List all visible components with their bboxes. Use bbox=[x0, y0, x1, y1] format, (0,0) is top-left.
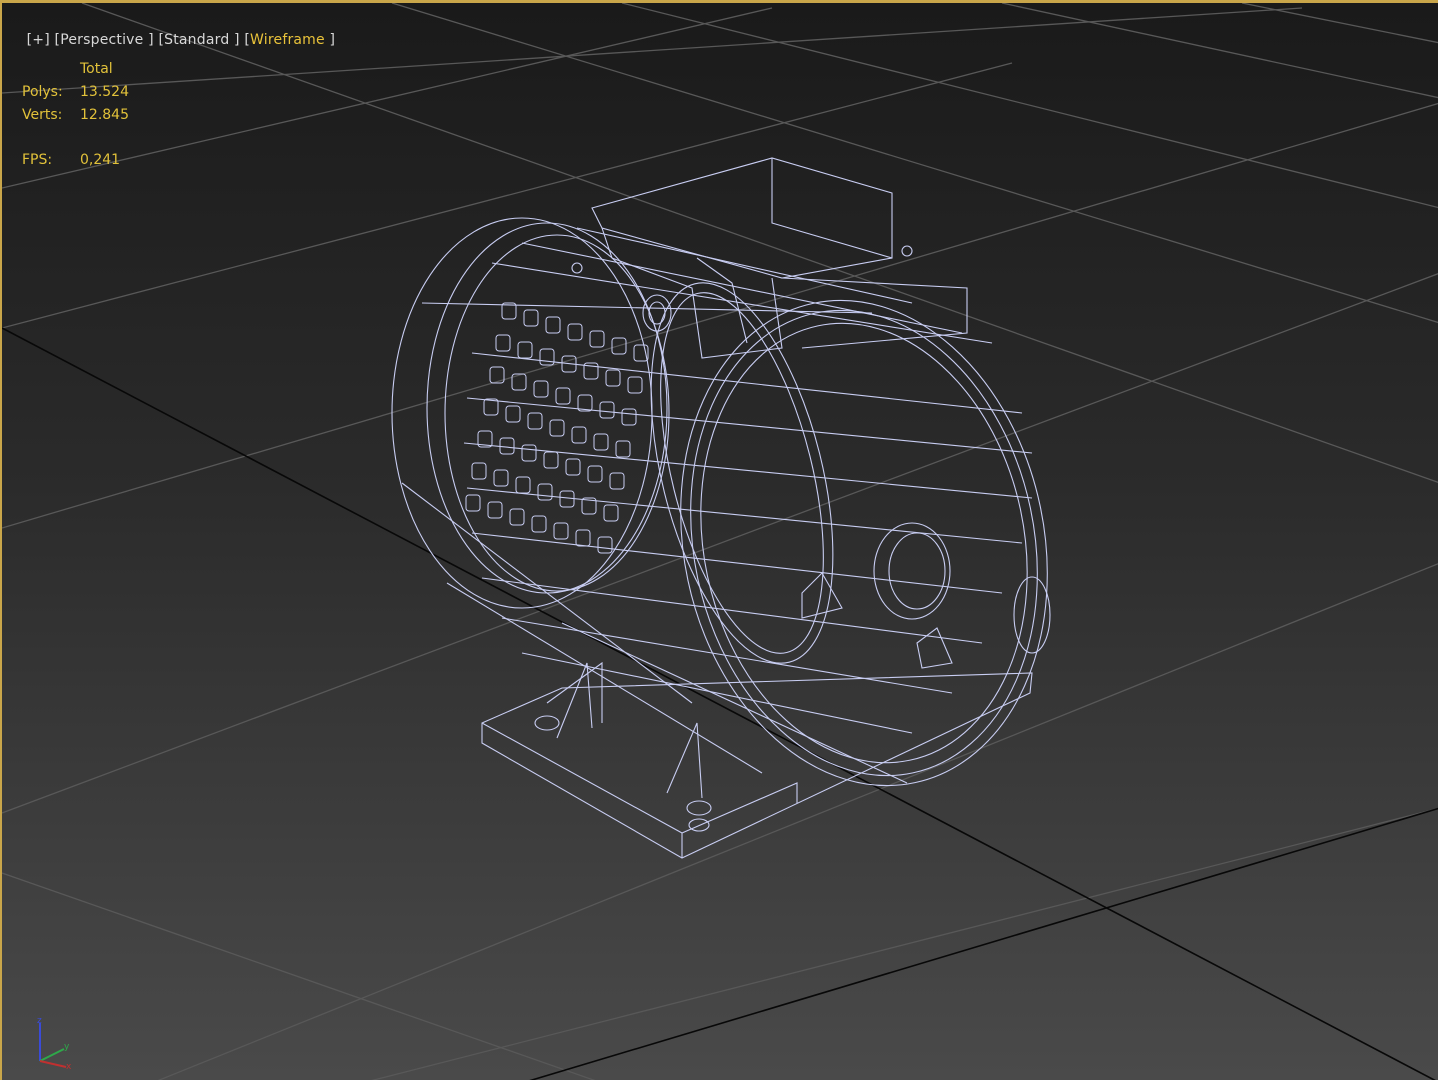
cooling-slot bbox=[537, 483, 553, 501]
cooling-slot bbox=[493, 469, 509, 487]
cooling-slot bbox=[495, 334, 511, 352]
stats-verts-label: Verts: bbox=[22, 107, 63, 123]
viewport-shading-standard[interactable]: Standard bbox=[164, 32, 229, 48]
viewport-scene[interactable] bbox=[2, 3, 1438, 1080]
stats-polys-value: 13.524 bbox=[80, 84, 129, 100]
cooling-slot bbox=[593, 433, 609, 451]
viewport-point-of-view[interactable]: Perspective bbox=[60, 32, 143, 48]
cooling-slot bbox=[505, 405, 521, 423]
axis-z-label: z bbox=[37, 1016, 42, 1026]
cooling-slot bbox=[589, 330, 605, 348]
cooling-slots bbox=[465, 302, 649, 554]
cooling-slot bbox=[527, 412, 543, 430]
cooling-slot bbox=[465, 494, 481, 512]
cooling-slot bbox=[471, 462, 487, 480]
cooling-slot bbox=[545, 316, 561, 334]
cooling-slot bbox=[521, 444, 537, 462]
grid-world-axes bbox=[2, 327, 1438, 1080]
cooling-slot bbox=[515, 476, 531, 494]
cooling-slot bbox=[575, 529, 591, 547]
cooling-slot bbox=[571, 426, 587, 444]
cooling-slot bbox=[615, 440, 631, 458]
cooling-slot bbox=[499, 437, 515, 455]
cooling-slot bbox=[605, 369, 621, 387]
home-grid bbox=[2, 3, 1438, 1080]
cooling-slot bbox=[597, 536, 613, 554]
cooling-slot bbox=[587, 465, 603, 483]
motor-wireframe[interactable] bbox=[391, 157, 1091, 859]
cooling-slot bbox=[539, 348, 555, 366]
viewport-display-mode[interactable]: Wireframe bbox=[250, 32, 325, 48]
cooling-slot bbox=[603, 504, 619, 522]
axis-tripod-icon: z y x bbox=[37, 1016, 72, 1072]
axis-y-label: y bbox=[64, 1042, 70, 1052]
stats-fps-value: 0,241 bbox=[80, 152, 121, 168]
cooling-slot bbox=[609, 472, 625, 490]
cooling-slot bbox=[559, 490, 575, 508]
cooling-slot bbox=[531, 515, 547, 533]
cooling-slot bbox=[487, 501, 503, 519]
cooling-slot bbox=[565, 458, 581, 476]
cooling-slot bbox=[567, 323, 583, 341]
cooling-slot bbox=[621, 408, 637, 426]
cooling-slot bbox=[599, 401, 615, 419]
cooling-slot bbox=[555, 387, 571, 405]
cooling-slot bbox=[517, 341, 533, 359]
stats-fps-label: FPS: bbox=[22, 152, 53, 168]
cooling-slot bbox=[523, 309, 539, 327]
cooling-slot bbox=[533, 380, 549, 398]
cooling-slot bbox=[543, 451, 559, 469]
cooling-slot bbox=[549, 419, 565, 437]
cooling-slot bbox=[509, 508, 525, 526]
viewport-menu-plus[interactable]: + bbox=[32, 32, 44, 48]
stats-header: Total bbox=[80, 61, 113, 77]
stats-verts-value: 12.845 bbox=[80, 107, 129, 123]
stats-polys-label: Polys: bbox=[22, 84, 63, 100]
viewport-label[interactable]: [+] [Perspective ] [Standard ] [Wirefram… bbox=[8, 16, 335, 64]
cooling-slot bbox=[553, 522, 569, 540]
cooling-slot bbox=[627, 376, 643, 394]
cooling-slot bbox=[483, 398, 499, 416]
perspective-viewport[interactable]: [+] [Perspective ] [Standard ] [Wirefram… bbox=[0, 0, 1438, 1080]
axis-x-label: x bbox=[66, 1062, 72, 1072]
